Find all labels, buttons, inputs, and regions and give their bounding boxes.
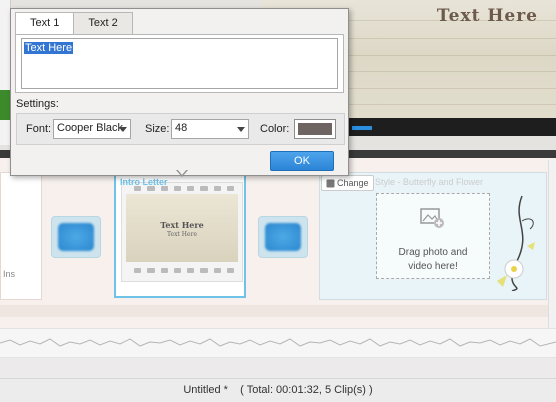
left-panel-thumbnail[interactable] <box>0 90 10 120</box>
font-label: Font: <box>26 123 52 135</box>
style-label: Style - Butterfly and Flower <box>375 177 484 187</box>
storyboard-band <box>0 305 556 317</box>
clip-left[interactable]: Ins <box>0 172 42 300</box>
audio-track[interactable] <box>0 328 556 358</box>
storyboard-scrollbar[interactable] <box>548 160 556 328</box>
photo-drop-zone[interactable]: Drag photo and video here! <box>376 193 490 279</box>
tab-text-1[interactable]: Text 1 <box>15 12 75 35</box>
text-edit-dialog: Text 1 Text 2 Text Here Settings: Font: … <box>10 8 349 176</box>
preview-title: Text Here <box>436 6 538 26</box>
film-holes-bottom <box>134 268 234 274</box>
font-select[interactable]: Cooper Black <box>53 119 131 139</box>
chevron-down-icon <box>119 127 127 132</box>
ok-button[interactable]: OK <box>270 151 334 171</box>
flower-decoration-icon <box>497 195 535 291</box>
size-value: 48 <box>175 122 188 134</box>
chevron-down-icon <box>237 127 245 132</box>
status-bar: Untitled * ( Total: 00:01:32, 5 Clip(s) … <box>0 378 556 402</box>
dialog-pointer-fill <box>177 169 187 175</box>
clip-template-slot[interactable]: Change Style - Butterfly and Flower Drag… <box>319 172 547 300</box>
selected-clip-label: Intro Letter <box>120 177 168 187</box>
playback-progress[interactable] <box>352 126 372 130</box>
selected-clip[interactable]: Text Here Text Here <box>114 170 246 298</box>
change-label: Change <box>337 178 369 188</box>
clip-thumbnail: Text Here Text Here <box>126 194 238 262</box>
transition-thumbnail[interactable] <box>258 216 308 258</box>
text-input[interactable]: Text Here <box>21 38 338 89</box>
drop-text-line1: Drag photo and <box>398 247 468 258</box>
size-label: Size: <box>145 123 170 135</box>
change-button[interactable]: Change <box>321 175 374 191</box>
clip-title: Text Here <box>160 220 204 230</box>
drop-text-line2: video here! <box>408 261 458 272</box>
project-status: Untitled * ( Total: 00:01:32, 5 Clip(s) … <box>183 384 373 396</box>
text-tabs: Text 1 Text 2 <box>15 12 133 35</box>
clip-left-text: Ins <box>3 269 16 279</box>
selected-text[interactable]: Text Here <box>24 42 74 54</box>
color-swatch <box>298 123 332 135</box>
font-value: Cooper Black <box>57 122 124 134</box>
color-picker[interactable] <box>294 119 336 139</box>
color-label: Color: <box>260 123 290 135</box>
settings-row: Font: Cooper Black Size: 48 Color: <box>16 113 345 145</box>
size-select[interactable]: 48 <box>171 119 249 139</box>
audio-waveform-icon <box>0 338 556 347</box>
transition-thumbnail[interactable] <box>51 216 101 258</box>
clip-subtitle: Text Here <box>167 231 197 238</box>
add-photo-icon <box>420 208 444 228</box>
settings-label: Settings: <box>16 98 59 110</box>
change-icon <box>326 179 335 187</box>
tab-text-2[interactable]: Text 2 <box>73 12 133 34</box>
tab-pane: Text Here <box>15 34 344 93</box>
